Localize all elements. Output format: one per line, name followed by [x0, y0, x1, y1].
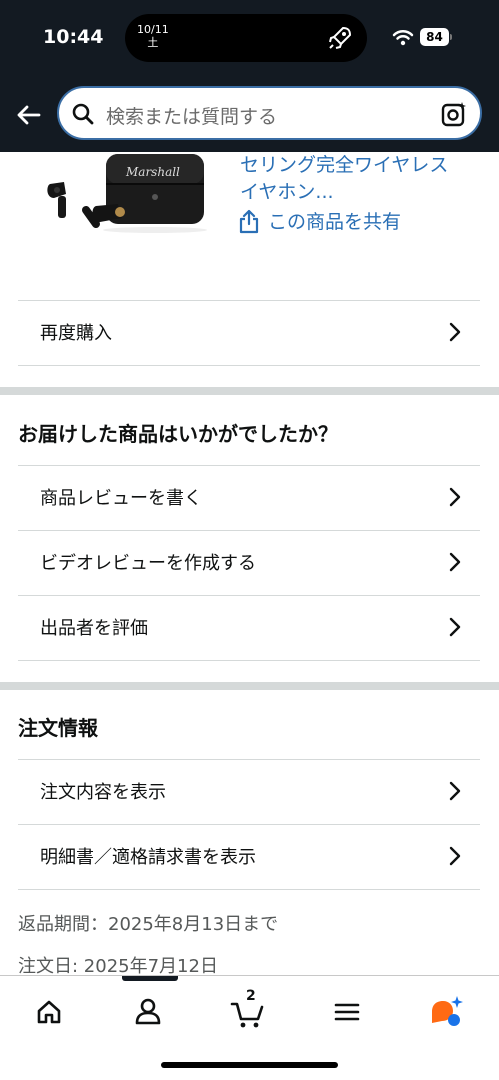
product-title[interactable]: セリング完全ワイヤレス イヤホン...: [240, 152, 480, 206]
search-input[interactable]: 検索または質問する: [57, 86, 482, 140]
chevron-right-icon: [449, 617, 461, 637]
order-info-section-title: 注文情報: [18, 716, 98, 740]
battery-indicator: 84: [420, 28, 449, 46]
rate-seller-row[interactable]: 出品者を評価: [18, 595, 480, 660]
cart-button[interactable]: 2: [228, 988, 268, 1032]
chevron-right-icon: [449, 552, 461, 572]
search-placeholder: 検索または質問する: [106, 106, 278, 128]
write-review-label: 商品レビューを書く: [40, 488, 202, 509]
back-arrow-icon[interactable]: [12, 98, 46, 132]
chevron-right-icon: [449, 781, 461, 801]
chevron-right-icon: [449, 846, 461, 866]
wifi-icon: [392, 30, 414, 46]
chevron-right-icon: [449, 487, 461, 507]
menu-icon[interactable]: [327, 992, 367, 1032]
chevron-right-icon: [449, 322, 461, 342]
rufus-icon[interactable]: [426, 992, 466, 1032]
view-invoice-label: 明細書／適格請求書を表示: [40, 847, 256, 868]
svg-text:Marshall: Marshall: [125, 165, 180, 179]
search-icon: [72, 103, 94, 125]
divider: [18, 365, 480, 366]
section-separator: [0, 387, 499, 395]
divider: [18, 889, 480, 890]
camera-icon[interactable]: [440, 100, 468, 128]
share-label: この商品を共有: [268, 211, 402, 233]
home-icon[interactable]: [29, 992, 69, 1032]
view-order-details-label: 注文内容を表示: [40, 782, 166, 803]
island-date: 10/11 土: [137, 23, 169, 49]
active-tab-indicator: [122, 976, 178, 981]
buy-again-label: 再度購入: [40, 323, 112, 344]
video-review-row[interactable]: ビデオレビューを作成する: [18, 530, 480, 595]
product-summary: Marshall セリング完全ワイヤレス イヤホン... この商品を共有: [0, 152, 499, 300]
account-icon[interactable]: [128, 992, 168, 1032]
clock: 10:44: [43, 26, 104, 48]
product-image[interactable]: Marshall: [40, 152, 208, 234]
return-period-text: 返品期間：2025年8月13日まで: [18, 914, 279, 935]
rate-seller-label: 出品者を評価: [40, 618, 148, 639]
view-invoice-row[interactable]: 明細書／適格請求書を表示: [18, 824, 480, 889]
cart-count-badge: 2: [246, 988, 256, 1004]
feedback-section-title: お届けした商品はいかがでしたか？: [18, 422, 338, 446]
divider: [18, 660, 480, 661]
share-icon: [239, 209, 259, 233]
video-review-label: ビデオレビューを作成する: [40, 553, 256, 574]
view-order-details-row[interactable]: 注文内容を表示: [18, 759, 480, 824]
buy-again-row[interactable]: 再度購入: [18, 300, 480, 365]
share-product-link[interactable]: この商品を共有: [238, 207, 401, 234]
home-indicator[interactable]: [161, 1062, 338, 1068]
write-review-row[interactable]: 商品レビューを書く: [18, 465, 480, 530]
rocket-icon: [329, 26, 352, 49]
header: 検索または質問する: [0, 76, 499, 152]
section-separator: [0, 682, 499, 690]
battery-tip: [450, 34, 452, 40]
status-bar: 10:44 10/11 土 84: [0, 0, 499, 76]
dynamic-island: 10/11 土: [125, 14, 367, 62]
